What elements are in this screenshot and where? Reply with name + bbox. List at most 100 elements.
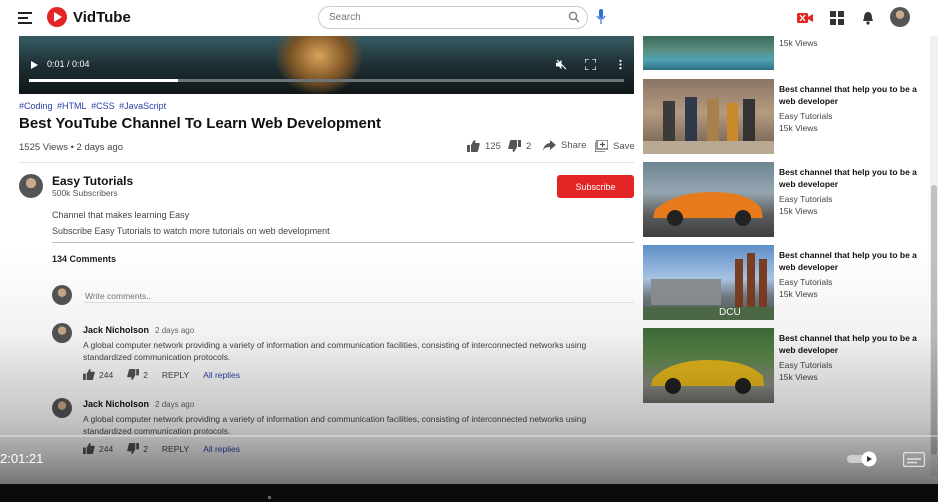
reply-button[interactable]: REPLY xyxy=(162,444,189,454)
bell-icon[interactable] xyxy=(860,11,876,25)
comment-actions: 244 2 REPLY All replies xyxy=(83,369,240,380)
sidebar-video-title[interactable]: Best channel that help you to be a web d… xyxy=(779,166,919,190)
divider xyxy=(52,242,634,243)
search-box[interactable] xyxy=(318,6,588,29)
bottom-bar xyxy=(0,484,938,502)
more-options-icon[interactable] xyxy=(615,59,626,70)
video-thumbnail[interactable] xyxy=(643,162,774,237)
dislike-icon xyxy=(127,369,140,380)
scrollbar-thumb[interactable] xyxy=(931,185,937,455)
video-thumbnail[interactable]: DCU xyxy=(643,245,774,320)
apps-grid-icon[interactable] xyxy=(829,11,845,25)
tag-link[interactable]: #HTML xyxy=(57,101,87,111)
sidebar-channel: Easy Tutorials xyxy=(779,360,833,370)
comment-like-button[interactable]: 244 xyxy=(83,443,113,454)
channel-subscribers: 500k Subscribers xyxy=(52,188,118,198)
sidebar-channel: Easy Tutorials xyxy=(779,111,833,121)
video-tags: #Coding #HTML #CSS #JavaScript xyxy=(19,101,168,111)
sidebar-video-title[interactable]: Best channel that help you to be a web d… xyxy=(779,332,919,356)
comment-author: Jack Nicholson 2 days ago xyxy=(83,325,195,335)
top-bar: VidTube xyxy=(0,0,938,36)
sidebar-channel: Easy Tutorials xyxy=(779,194,833,204)
share-icon xyxy=(543,140,556,151)
sidebar-video-title[interactable]: Best channel that help you to be a web d… xyxy=(779,249,919,273)
channel-description: Channel that makes learning Easy xyxy=(52,210,190,220)
dislike-count: 2 xyxy=(526,140,532,152)
thumbnail-brand-text: DCU xyxy=(719,307,741,318)
share-label: Share xyxy=(561,140,587,151)
share-button[interactable]: Share xyxy=(543,140,586,151)
logo[interactable]: VidTube xyxy=(47,7,131,27)
channel-description: Subscribe Easy Tutorials to watch more t… xyxy=(52,226,330,236)
overlay-time: 2:01:21 xyxy=(0,451,44,466)
commenter-avatar[interactable] xyxy=(52,323,72,343)
live-camera-icon[interactable] xyxy=(797,11,813,25)
channel-avatar[interactable] xyxy=(19,174,43,198)
sidebar-video-item[interactable]: 15k Views xyxy=(643,36,938,70)
comment-input[interactable] xyxy=(83,290,533,302)
divider xyxy=(19,162,634,163)
sidebar-views: 15k Views xyxy=(779,123,818,133)
like-button[interactable]: 125 xyxy=(467,140,501,152)
search-input[interactable] xyxy=(327,11,557,24)
comment-dislike-button[interactable]: 2 xyxy=(127,443,148,454)
save-label: Save xyxy=(613,140,635,152)
comments-count: 134 Comments xyxy=(52,254,117,264)
all-replies-link[interactable]: All replies xyxy=(203,444,240,454)
video-thumbnail[interactable] xyxy=(643,328,774,403)
subscribe-button[interactable]: Subscribe xyxy=(557,175,634,198)
player-time: 0:01 / 0:04 xyxy=(47,59,90,69)
user-avatar[interactable] xyxy=(890,7,910,27)
fullscreen-icon[interactable] xyxy=(585,59,596,70)
all-replies-link[interactable]: All replies xyxy=(203,370,240,380)
menu-icon[interactable] xyxy=(18,12,32,24)
save-button[interactable]: Save xyxy=(595,140,635,152)
subtitles-icon[interactable] xyxy=(903,452,925,467)
sidebar-video-title[interactable]: Best channel that help you to be a web d… xyxy=(779,83,919,107)
mute-icon[interactable] xyxy=(556,59,567,70)
dislike-icon xyxy=(508,140,521,152)
like-count: 125 xyxy=(485,140,501,152)
tag-link[interactable]: #CSS xyxy=(91,101,115,111)
tag-link[interactable]: #JavaScript xyxy=(119,101,166,111)
sidebar-views: 15k Views xyxy=(779,206,818,216)
progress-bar[interactable] xyxy=(29,79,624,82)
comment-like-button[interactable]: 244 xyxy=(83,369,113,380)
overlay-progress-bar[interactable] xyxy=(0,435,938,437)
mic-icon[interactable] xyxy=(596,9,606,25)
search-icon[interactable] xyxy=(568,11,580,23)
my-avatar xyxy=(52,285,72,305)
reply-button[interactable]: REPLY xyxy=(162,370,189,380)
dislike-icon xyxy=(127,443,140,454)
play-logo-icon xyxy=(47,7,67,27)
sidebar-views: 15k Views xyxy=(779,289,818,299)
sidebar-views: 15k Views xyxy=(779,38,818,48)
progress-fill xyxy=(29,79,178,82)
autoplay-toggle[interactable] xyxy=(846,451,878,467)
sidebar-video-item[interactable]: Best channel that help you to be a web d… xyxy=(643,328,938,403)
like-icon xyxy=(83,369,95,380)
video-thumbnail[interactable] xyxy=(643,36,774,70)
comment-time: 2 days ago xyxy=(155,326,195,335)
tag-link[interactable]: #Coding xyxy=(19,101,53,111)
video-title: Best YouTube Channel To Learn Web Develo… xyxy=(19,115,381,132)
comment-text: A global computer network providing a va… xyxy=(83,340,587,362)
channel-name[interactable]: Easy Tutorials xyxy=(52,174,133,188)
comment-author: Jack Nicholson 2 days ago xyxy=(83,399,195,409)
like-icon xyxy=(83,443,95,454)
sidebar-video-item[interactable]: Best channel that help you to be a web d… xyxy=(643,79,938,154)
divider xyxy=(83,302,634,303)
views-date: 1525 Views • 2 days ago xyxy=(19,142,124,153)
dislike-button[interactable]: 2 xyxy=(508,140,531,152)
comment-dislike-button[interactable]: 2 xyxy=(127,369,148,380)
video-player[interactable]: 0:01 / 0:04 xyxy=(19,36,634,94)
like-icon xyxy=(467,140,480,152)
sidebar-video-item[interactable]: DCU Best channel that help you to be a w… xyxy=(643,245,938,320)
sidebar-video-item[interactable]: Best channel that help you to be a web d… xyxy=(643,162,938,237)
video-thumbnail[interactable] xyxy=(643,79,774,154)
play-icon[interactable] xyxy=(31,61,38,69)
app-name: VidTube xyxy=(73,8,131,26)
comment-time: 2 days ago xyxy=(155,400,195,409)
commenter-avatar[interactable] xyxy=(52,398,72,418)
comment-actions: 244 2 REPLY All replies xyxy=(83,443,240,454)
